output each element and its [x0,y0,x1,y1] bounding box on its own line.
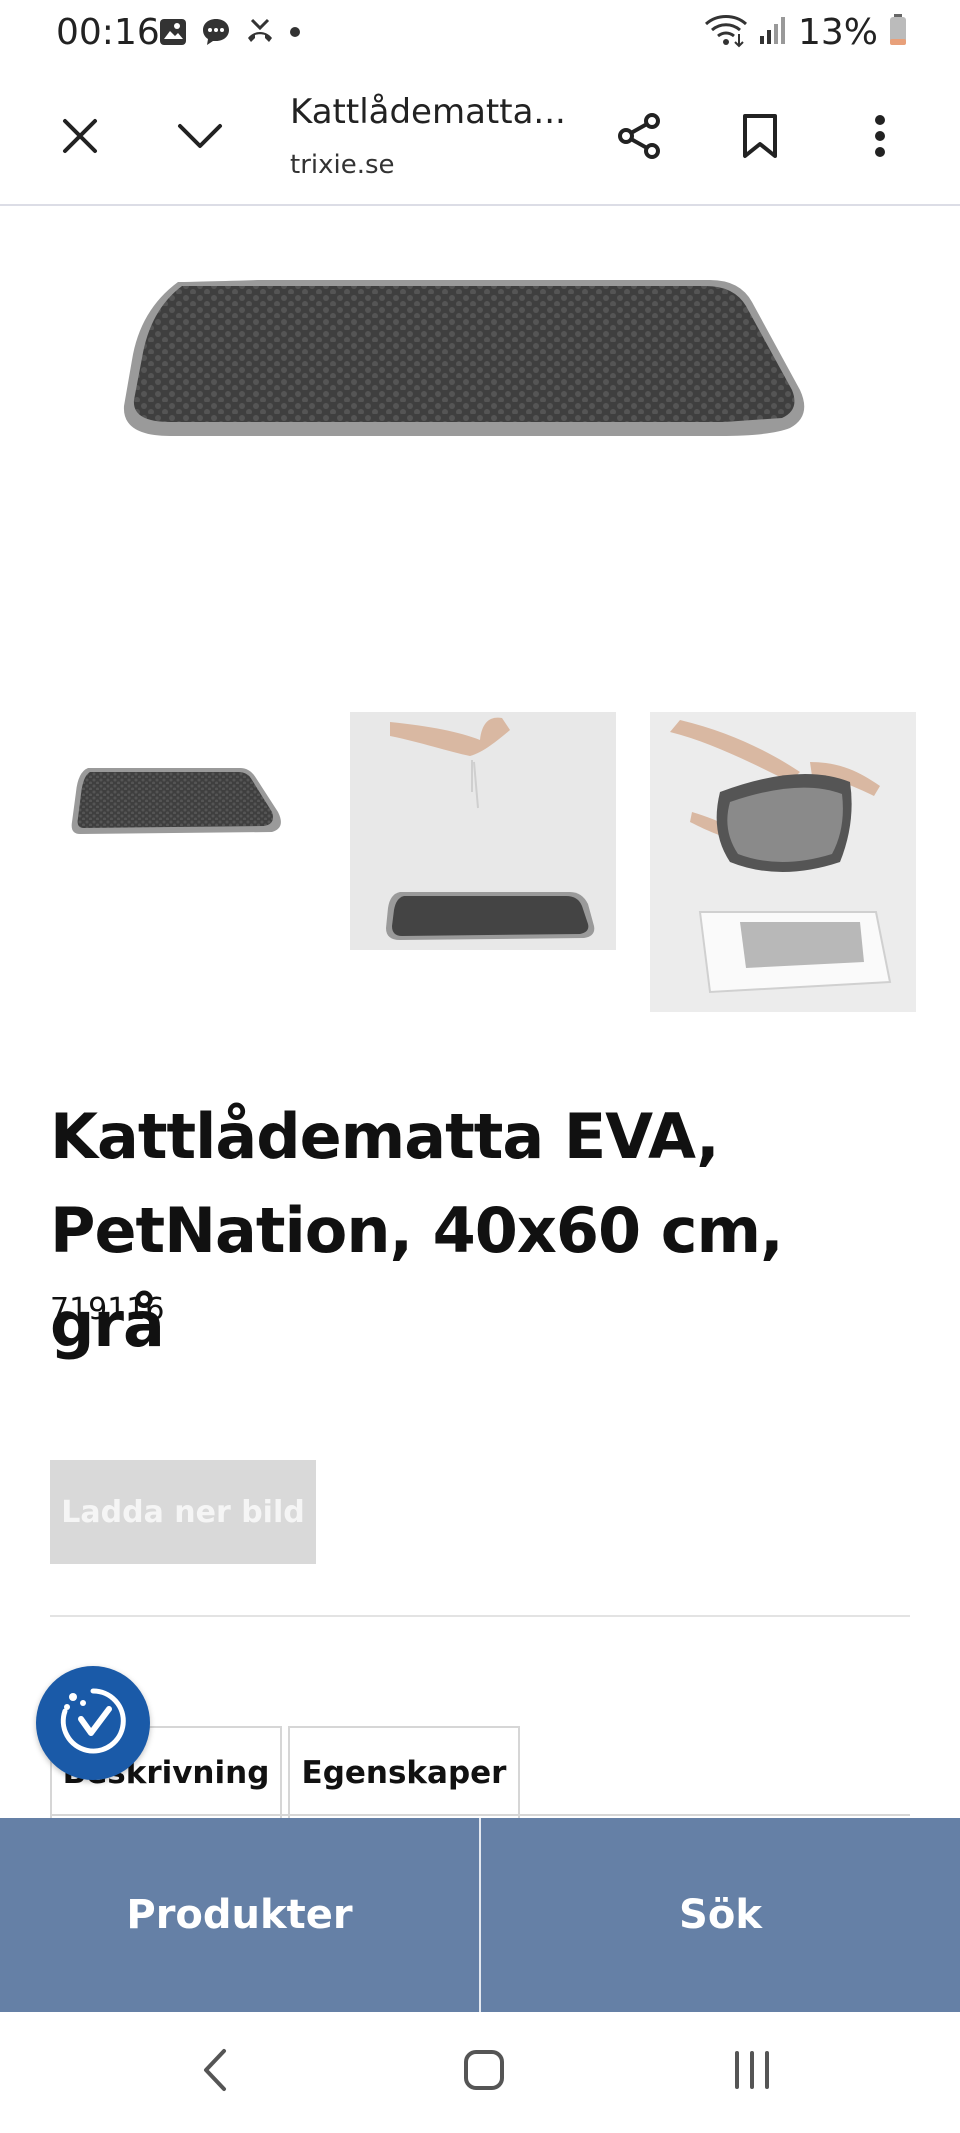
recents-icon [729,2047,775,2098]
tab-properties[interactable]: Egenskaper [288,1726,520,1818]
product-thumbnail-3[interactable] [650,712,916,1012]
products-nav-button[interactable]: Produkter [0,1818,479,2012]
more-options-button[interactable] [848,106,912,170]
tabs-baseline [50,1814,910,1816]
download-image-button[interactable]: Ladda ner bild [50,1460,316,1564]
image-notification-icon [158,17,188,52]
chevron-down-icon [176,120,224,157]
back-icon [196,2045,236,2100]
browser-toolbar: Kattlådematta... trixie.se [0,72,960,206]
bottom-navigation: Produkter Sök [0,1818,960,2012]
more-notifications-dot-icon [288,25,302,44]
page-title[interactable]: Kattlådematta... [290,92,566,132]
page-domain[interactable]: trixie.se [290,150,395,180]
product-thumbnail-2[interactable] [350,712,616,950]
section-divider [50,1615,910,1617]
bookmark-button[interactable] [728,106,792,170]
close-tab-button[interactable] [48,106,112,170]
accessibility-icon [53,1681,133,1766]
battery-icon [888,13,908,52]
status-right: 13% [704,12,908,53]
home-button[interactable] [454,2042,514,2102]
system-navigation-bar [0,2012,960,2133]
share-button[interactable] [608,106,672,170]
minimize-button[interactable] [168,106,232,170]
home-icon [461,2047,507,2098]
signal-icon [758,14,788,51]
product-title: Kattlådematta EVA, PetNation, 40x60 cm, … [50,1100,784,1361]
close-icon [60,116,100,161]
status-time: 00:16 [56,12,160,53]
more-vert-icon [872,112,888,165]
wifi-icon [704,12,748,53]
share-icon [616,112,664,165]
product-sku: 719116 [50,1292,165,1327]
status-bar: 00:16 13% [0,0,960,72]
battery-percent: 13% [797,12,878,53]
product-thumbnail-1[interactable] [50,712,290,912]
search-nav-button[interactable]: Sök [481,1818,960,2012]
product-main-image[interactable] [0,210,960,640]
missed-call-icon [244,16,276,53]
back-button[interactable] [186,2042,246,2102]
bookmark-icon [740,112,780,165]
chat-notification-icon [200,16,232,53]
recents-button[interactable] [722,2042,782,2102]
accessibility-button[interactable] [36,1666,150,1780]
notification-icons [158,16,302,52]
